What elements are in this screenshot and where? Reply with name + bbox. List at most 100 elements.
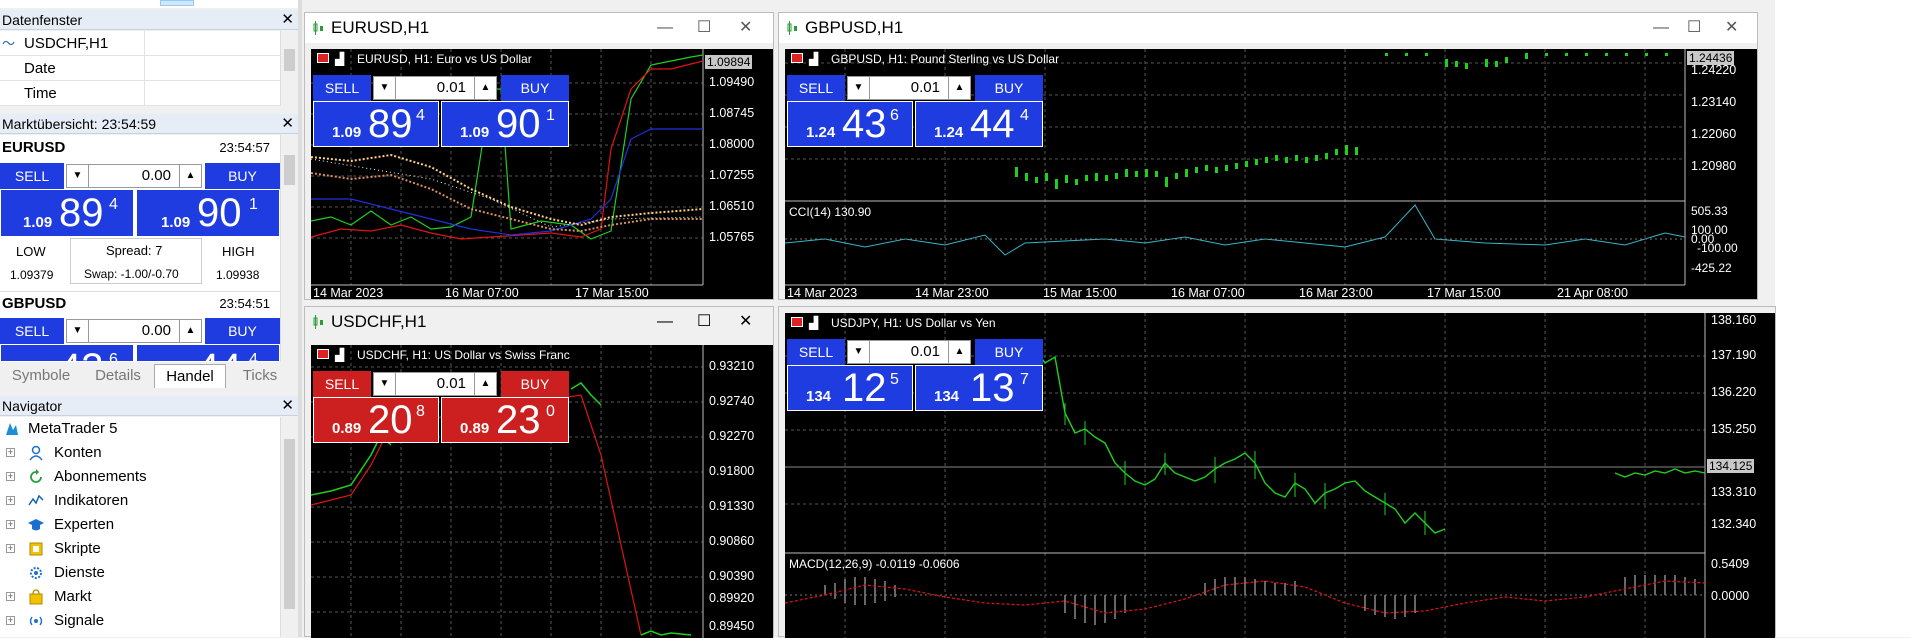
lot-input[interactable]: ▼ 0.00 ▲ [66,319,202,343]
buy-button[interactable]: BUY [501,75,569,101]
navigator-item-subscriptions[interactable]: + Abonnements [0,465,280,489]
expand-icon[interactable]: + [6,520,15,529]
expand-icon[interactable]: + [6,544,15,553]
sell-button[interactable]: SELL [0,318,64,344]
lot-input[interactable]: ▼ 0.01 ▲ [373,76,497,100]
close-icon[interactable]: ✕ [281,114,294,134]
sell-button[interactable]: SELL [787,339,845,365]
bid-price-pip: 6 [109,351,118,362]
navigator-item-label: Indikatoren [54,492,129,509]
ask-price[interactable]: 1.24 44 4 [915,101,1043,147]
buy-button[interactable]: BUY [975,75,1043,101]
ask-price[interactable]: 0.89 23 0 [441,397,569,443]
lot-input[interactable]: ▼ 0.01 ▲ [373,372,497,396]
expand-icon[interactable]: + [6,448,15,457]
price-chart[interactable]: ▟ USDJPY, H1: US Dollar vs Yen SELL ▼ 0.… [785,313,1775,638]
increase-icon[interactable]: ▲ [179,320,201,342]
tab-trading[interactable]: Handel [154,364,226,388]
decrease-icon[interactable]: ▼ [374,373,396,395]
price-axis-label: 1.23140 [1691,95,1737,109]
expand-icon[interactable]: + [6,496,15,505]
buy-button[interactable]: BUY [205,163,280,189]
lot-input[interactable]: ▼ 0.01 ▲ [847,76,971,100]
increase-icon[interactable]: ▲ [948,341,970,363]
expand-icon[interactable]: + [6,592,15,601]
market-watch-title: Marktübersicht: 23:54:59 ✕ [0,114,298,134]
bid-price[interactable]: 1.24 43 6 [787,101,913,147]
decrease-icon[interactable]: ▼ [67,320,89,342]
chart-window-usdjpy[interactable]: ▟ USDJPY, H1: US Dollar vs Yen SELL ▼ 0.… [778,306,1776,638]
expand-icon[interactable]: + [6,472,15,481]
chart-window-eurusd[interactable]: EURUSD,H1 — ☐ ✕ ▟ EURUSD, H1: Euro vs US… [304,12,774,300]
ask-price[interactable]: 1.09 90 1 [441,101,569,147]
navigator-item-experts[interactable]: + Experten [0,513,280,537]
ask-price[interactable]: 134 13 7 [915,365,1043,411]
lot-value: 0.01 [910,79,940,96]
increase-icon[interactable]: ▲ [474,77,496,99]
buy-button[interactable]: BUY [975,339,1043,365]
sell-button[interactable]: SELL [313,371,371,397]
toolbar-button[interactable] [160,0,194,6]
maximize-icon[interactable]: ☐ [1687,13,1701,43]
increase-icon[interactable]: ▲ [948,77,970,99]
minimize-icon[interactable]: — [1653,13,1669,43]
expand-icon[interactable]: + [6,616,15,625]
window-titlebar[interactable]: EURUSD,H1 — ☐ ✕ [305,13,773,43]
navigator-item-scripts[interactable]: + Skripte [0,537,280,561]
close-icon[interactable]: ✕ [281,10,294,30]
close-icon[interactable]: ✕ [739,307,752,337]
close-icon[interactable]: ✕ [739,13,752,43]
sell-button[interactable]: SELL [787,75,845,101]
sell-button[interactable]: SELL [313,75,371,101]
tab-details[interactable]: Details [84,364,152,388]
close-icon[interactable]: ✕ [1725,13,1738,43]
buy-button[interactable]: BUY [501,371,569,397]
increase-icon[interactable]: ▲ [179,165,201,187]
bid-price[interactable]: 1.09 89 4 [0,189,134,237]
ask-price[interactable]: 44 4 [136,344,280,362]
buy-button[interactable]: BUY [205,318,280,344]
scrollbar-thumb[interactable] [284,49,295,71]
ask-price[interactable]: 1.09 90 1 [136,189,280,237]
maximize-icon[interactable]: ☐ [697,13,711,43]
chart-window-gbpusd[interactable]: GBPUSD,H1 — ☐ ✕ ▟ GBPUSD, H1: Pound Ster… [778,12,1758,300]
tab-ticks[interactable]: Ticks [232,364,288,388]
scrollbar-thumb[interactable] [284,439,295,609]
window-titlebar[interactable]: GBPUSD,H1 — ☐ ✕ [779,13,1757,43]
increase-icon[interactable]: ▲ [474,373,496,395]
bid-price[interactable]: 1.09 89 4 [313,101,439,147]
decrease-icon[interactable]: ▼ [374,77,396,99]
decrease-icon[interactable]: ▼ [848,341,870,363]
bid-price[interactable]: 134 12 5 [787,365,913,411]
data-window-scrollbar[interactable] [280,31,298,106]
price-chart[interactable]: ▟ USDCHF, H1: US Dollar vs Swiss Franc S… [311,345,773,638]
navigator-root[interactable]: MetaTrader 5 [0,417,280,441]
navigator-scrollbar[interactable] [280,417,298,637]
price-chart[interactable]: ▟ GBPUSD, H1: Pound Sterling vs US Dolla… [785,49,1757,299]
lot-input[interactable]: ▼ 0.00 ▲ [66,164,202,188]
navigator-item-services[interactable]: Dienste [0,561,280,585]
minimize-icon[interactable]: — [657,13,673,43]
market-watch-scrollbar[interactable] [280,135,298,362]
navigator-item-market[interactable]: + Markt [0,585,280,609]
tab-symbols[interactable]: Symbole [8,364,74,388]
navigator-item-label: Markt [54,588,92,605]
close-icon[interactable]: ✕ [281,396,294,416]
minimize-icon[interactable]: — [657,307,673,337]
lot-input[interactable]: ▼ 0.01 ▲ [847,340,971,364]
bid-price[interactable]: 0.89 20 8 [313,397,439,443]
navigator-item-indicators[interactable]: + Indikatoren [0,489,280,513]
navigator-item-accounts[interactable]: + Konten [0,441,280,465]
navigator-item-signals[interactable]: + Signale [0,609,280,633]
sell-button[interactable]: SELL [0,163,64,189]
decrease-icon[interactable]: ▼ [67,165,89,187]
maximize-icon[interactable]: ☐ [697,307,711,337]
window-titlebar[interactable]: USDCHF,H1 — ☐ ✕ [305,307,773,337]
scrollbar-thumb[interactable] [284,155,295,185]
price-chart[interactable]: ▟ EURUSD, H1: Euro vs US Dollar SELL ▼ 0… [311,49,773,299]
panel-splitter[interactable] [298,0,302,637]
bid-price[interactable]: 43 6 [0,344,134,362]
chart-window-usdchf[interactable]: USDCHF,H1 — ☐ ✕ ▟ USDCHF, H1: US Dollar … [304,306,774,638]
decrease-icon[interactable]: ▼ [848,77,870,99]
top-toolbar-strip [0,0,300,8]
